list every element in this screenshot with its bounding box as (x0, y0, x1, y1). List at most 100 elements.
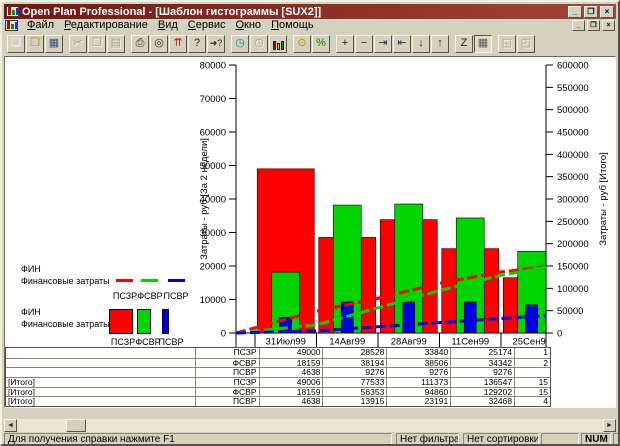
close-button[interactable]: × (600, 6, 614, 18)
up-arrow-icon: ↑ (432, 36, 448, 51)
menu-edit[interactable]: Редактирование (59, 19, 153, 32)
floppy-disk-icon: ▦ (46, 36, 62, 51)
copy-pages-icon: ❐ (89, 36, 105, 51)
menu-window[interactable]: Окно (230, 19, 266, 32)
time-analysis-button[interactable]: ◷ (231, 35, 249, 53)
status-help-text: Для получения справки нажмите F1 (4, 433, 392, 446)
time-analysis-disabled-button: ◷ (250, 35, 268, 53)
child-close-button[interactable]: × (602, 20, 615, 31)
left-tick-label: 80000 (200, 61, 226, 72)
restore-button[interactable]: ❐ (584, 6, 598, 18)
table-cell: 23191 (387, 397, 451, 406)
scroll-left-icon[interactable]: ◄ (4, 419, 17, 432)
right-tick-label: 250000 (557, 217, 589, 228)
table-cell: 1 (515, 348, 550, 358)
copy-button: ❐ (88, 35, 106, 53)
window-corner-arrow-icon: ◱ (499, 36, 515, 51)
grid-icon: ▦ (475, 36, 491, 51)
table-cell (515, 368, 550, 377)
left-tick-label: 0 (221, 329, 226, 340)
status-bar: Для получения справки нажмите F1 Нет фил… (4, 433, 620, 446)
down-arrow-icon: ↓ (413, 36, 429, 51)
table-cell: 38194 (323, 359, 387, 368)
scrollbar-thumb[interactable] (66, 419, 86, 432)
legend-group-label: ФИН (21, 307, 41, 317)
legend-item-label: ПСВР (159, 291, 193, 301)
category-label: 28Авг99 (391, 337, 427, 348)
status-filter: Нет фильтра (396, 433, 459, 446)
status-num-lock: NUM (581, 433, 611, 446)
coin-icon: ⊙ (294, 36, 310, 51)
right-tick-label: 450000 (557, 128, 589, 139)
table-cell: 18159 (260, 388, 324, 397)
update-button[interactable]: ⇈ (169, 35, 187, 53)
scroll-right-icon[interactable]: ► (603, 419, 616, 432)
new-document-button[interactable]: ❏ (7, 35, 25, 53)
table-cell: 111373 (387, 378, 451, 387)
indent-button[interactable]: ⇥ (374, 35, 392, 53)
table-cell: ПСВР (196, 368, 260, 377)
right-tick-label: 200000 (557, 239, 589, 250)
menu-service[interactable]: Сервис (183, 19, 231, 32)
window-restore-up-button: ◰ (517, 35, 535, 53)
document-icon (5, 20, 18, 31)
open-button[interactable]: ❐ (26, 35, 44, 53)
table-cell: 33840 (387, 348, 451, 358)
app-window: Open Plan Professional - [Шаблон гистогр… (0, 0, 620, 446)
horizontal-scrollbar[interactable]: ◄ ► (4, 419, 616, 432)
percent-button[interactable]: % (312, 35, 330, 53)
cost-button[interactable]: ⊙ (293, 35, 311, 53)
table-cell: 15 (515, 388, 550, 397)
right-axis-title: Затраты - руб [Итого] (598, 152, 609, 245)
table-row: ФСВР181593819438506343422 (6, 358, 550, 368)
print-preview-button[interactable]: ◎ (150, 35, 168, 53)
legend-item-label: ПСВР (154, 337, 188, 347)
table-cell: 25174 (451, 348, 515, 358)
table-cell: 2 (515, 359, 550, 368)
table-cell: 32468 (451, 397, 515, 406)
legend-bar-swatch (137, 309, 151, 334)
cut-button: ✂ (69, 35, 87, 53)
category-label: 25Сен99 (512, 337, 551, 348)
table-cell: [Итого] (6, 397, 196, 406)
legend-line-swatch (116, 279, 133, 282)
right-tick-label: 400000 (557, 150, 589, 161)
remove-button[interactable]: − (355, 35, 373, 53)
right-tick-label: 500000 (557, 105, 589, 116)
table-cell: 18159 (260, 359, 324, 368)
menu-file[interactable]: Файл (22, 19, 59, 32)
arrow-bar-right-icon: ⇥ (375, 36, 391, 51)
minus-icon: − (356, 36, 372, 51)
histogram-view-button[interactable] (269, 35, 287, 53)
help-button[interactable]: ? (188, 35, 206, 53)
menu-help[interactable]: Помощь (266, 19, 319, 32)
status-empty-1 (541, 433, 579, 446)
status-sort: Нет сортировки (463, 433, 539, 446)
window-title: Open Plan Professional - [Шаблон гистогр… (22, 6, 568, 18)
child-restore-button[interactable]: ❐ (587, 20, 600, 31)
left-tick-label: 70000 (200, 94, 226, 105)
add-button[interactable]: + (336, 35, 354, 53)
move-up-button[interactable]: ↑ (431, 35, 449, 53)
category-label: 31Июл99 (266, 337, 306, 348)
page-magnifier-icon: ◎ (151, 36, 167, 51)
menu-view[interactable]: Вид (153, 19, 183, 32)
table-cell: 38506 (387, 359, 451, 368)
arrow-bar-left-icon: ⇤ (394, 36, 410, 51)
right-tick-label: 150000 (557, 262, 589, 273)
minimize-button[interactable]: _ (568, 6, 582, 18)
table-row: [Итого]ПСВР46381391523191324684 (6, 396, 550, 406)
save-button[interactable]: ▦ (45, 35, 63, 53)
table-row: [Итого]ФСВР18159563539486012920215 (6, 387, 550, 397)
table-cell (6, 359, 196, 368)
print-button[interactable]: ⎙ (131, 35, 149, 53)
context-help-button[interactable]: ➔? (207, 35, 225, 53)
outdent-button[interactable]: ⇤ (393, 35, 411, 53)
sort-z-button[interactable]: Z (455, 35, 473, 53)
clipboard-icon: ▤ (108, 36, 124, 51)
toolbar: ❏❐▦✂❐▤⎙◎⇈?➔?◷◷⊙%+−⇥⇤↓↑Z▦◱◰ (4, 32, 616, 55)
table-cell: 49000 (260, 348, 324, 358)
grid-view-button[interactable]: ▦ (474, 35, 492, 53)
move-down-button[interactable]: ↓ (412, 35, 430, 53)
child-minimize-button[interactable]: _ (572, 20, 585, 31)
